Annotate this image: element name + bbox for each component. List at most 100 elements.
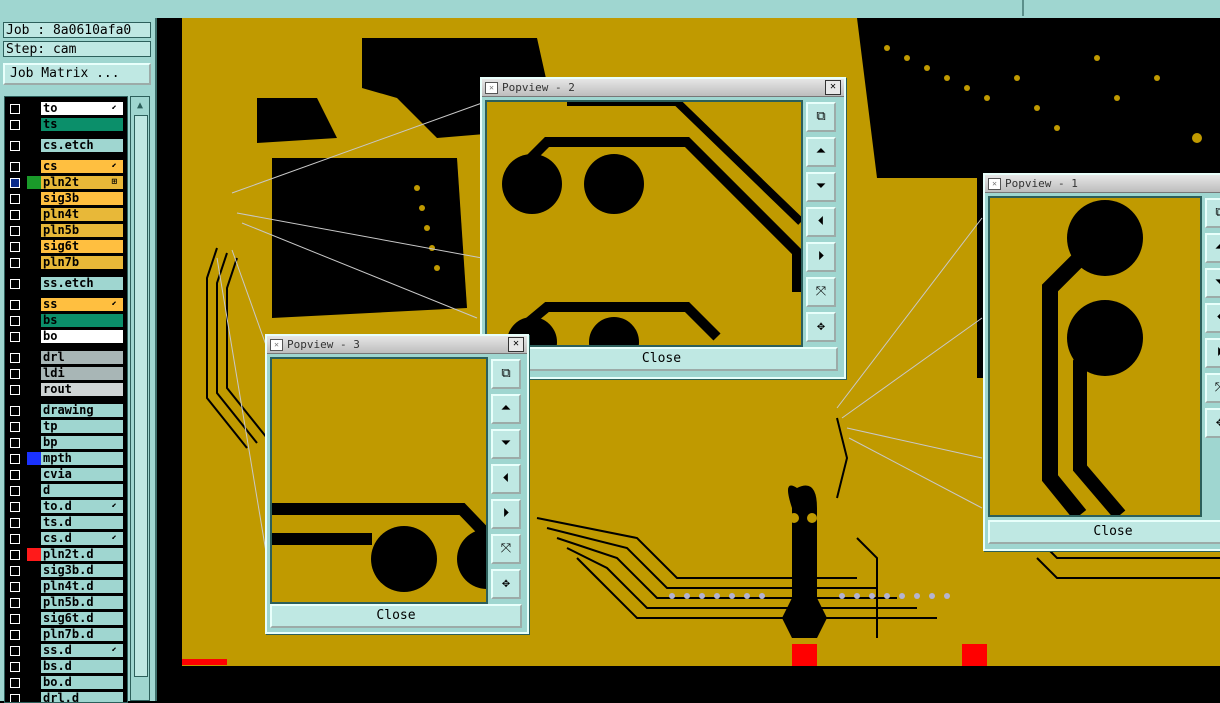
layer-checkbox[interactable] [10,369,20,379]
layer-row-pln2t[interactable]: pln2t ⊞ [5,175,127,190]
job-matrix-button[interactable]: Job Matrix ... [3,63,151,85]
layer-row-drawing[interactable]: drawing [5,403,127,418]
layer-checkbox[interactable] [10,582,20,592]
pan-left-icon[interactable]: ⏴ [491,464,521,494]
layer-name[interactable]: bp [41,436,123,449]
layer-row-bp[interactable]: bp [5,435,127,450]
layer-checkbox[interactable] [10,486,20,496]
layer-name[interactable]: pln7b [41,256,123,269]
layer-row-to[interactable]: to ⬋ [5,101,127,116]
layer-name[interactable]: pln5b.d [41,596,123,609]
layer-checkbox[interactable] [10,550,20,560]
zoom-in-icon[interactable]: ✥ [1205,408,1220,438]
layer-row-ts-d[interactable]: ts.d [5,515,127,530]
layer-name[interactable]: pln4t [41,208,123,221]
pan-up-icon[interactable]: ⏶ [806,137,836,167]
layer-checkbox[interactable] [10,566,20,576]
layer-checkbox[interactable] [10,162,20,172]
layer-name[interactable]: to ⬋ [41,102,123,115]
layer-row-sig3b[interactable]: sig3b [5,191,127,206]
layer-name[interactable]: rout [41,383,123,396]
layer-list-scrollbar[interactable]: ▲ [130,96,150,701]
layer-name[interactable]: sig6t [41,240,123,253]
layer-checkbox[interactable] [10,422,20,432]
scroll-up-icon[interactable]: ▲ [133,99,147,113]
layer-checkbox[interactable] [10,242,20,252]
layer-name[interactable]: sig3b.d [41,564,123,577]
layer-name[interactable]: bs [41,314,123,327]
layer-name[interactable]: ss ⬋ [41,298,123,311]
layer-checkbox[interactable] [10,353,20,363]
popview-1-close-button[interactable]: Close [988,520,1220,544]
popview-3-close-button[interactable]: Close [270,604,522,628]
close-icon[interactable]: ✕ [508,337,524,352]
layer-name[interactable]: ss.etch [41,277,123,290]
popview-3-titlebar[interactable]: ✕ Popview - 3 [267,336,527,354]
layer-name[interactable]: pln2t.d [41,548,123,561]
pan-left-icon[interactable]: ⏴ [1205,303,1220,333]
layer-name[interactable]: pln5b [41,224,123,237]
zoom-fit-icon[interactable]: ⧉ [806,102,836,132]
layer-row-pln7b[interactable]: pln7b [5,255,127,270]
layer-row-sig6t[interactable]: sig6t [5,239,127,254]
layer-row-pln7b-d[interactable]: pln7b.d [5,627,127,642]
layer-checkbox[interactable] [10,332,20,342]
layer-row-tp[interactable]: tp [5,419,127,434]
layer-name[interactable]: pln4t.d [41,580,123,593]
zoom-out-icon[interactable]: ⤧ [491,534,521,564]
layer-checkbox[interactable] [10,316,20,326]
layer-row-sig3b-d[interactable]: sig3b.d [5,563,127,578]
layer-checkbox[interactable] [10,385,20,395]
layer-checkbox[interactable] [10,630,20,640]
layer-row-pln5b[interactable]: pln5b [5,223,127,238]
layer-name[interactable]: cs.d ⬋ [41,532,123,545]
layer-name[interactable]: ldi [41,367,123,380]
layer-name[interactable]: ss.d ⬋ [41,644,123,657]
pan-right-icon[interactable]: ⏵ [1205,338,1220,368]
layer-name[interactable]: to.d ⬋ [41,500,123,513]
layer-checkbox[interactable] [10,194,20,204]
layer-row-pln4t-d[interactable]: pln4t.d [5,579,127,594]
zoom-out-icon[interactable]: ⤧ [806,277,836,307]
layer-name[interactable]: cs ⬋ [41,160,123,173]
close-icon[interactable]: ✕ [825,80,841,95]
layer-name[interactable]: bs.d [41,660,123,673]
layer-row-bo[interactable]: bo [5,329,127,344]
layer-checkbox[interactable] [10,662,20,672]
layer-row-pln5b-d[interactable]: pln5b.d [5,595,127,610]
layer-checkbox[interactable] [10,258,20,268]
layer-row-ss-etch[interactable]: ss.etch [5,276,127,291]
popview-1-view[interactable] [988,196,1202,517]
layer-name[interactable]: d [41,484,123,497]
layer-row-to-d[interactable]: to.d ⬋ [5,499,127,514]
pan-down-icon[interactable]: ⏷ [491,429,521,459]
pan-down-icon[interactable]: ⏷ [806,172,836,202]
layer-row-bs-d[interactable]: bs.d [5,659,127,674]
popview-2-view[interactable] [485,100,803,347]
layer-row-ss-d[interactable]: ss.d ⬋ [5,643,127,658]
layer-checkbox[interactable] [10,518,20,528]
layer-checkbox[interactable] [10,678,20,688]
layer-checkbox[interactable] [10,438,20,448]
zoom-fit-icon[interactable]: ⧉ [1205,198,1220,228]
layer-row-ss[interactable]: ss ⬋ [5,297,127,312]
layer-name[interactable]: ts.d [41,516,123,529]
layer-name[interactable]: cs.etch [41,139,123,152]
layer-checkbox[interactable] [10,120,20,130]
layer-checkbox[interactable] [10,454,20,464]
layer-row-cs[interactable]: cs ⬋ [5,159,127,174]
pan-down-icon[interactable]: ⏷ [1205,268,1220,298]
zoom-in-icon[interactable]: ✥ [491,569,521,599]
layer-row-d[interactable]: d [5,483,127,498]
layer-row-mpth[interactable]: mpth [5,451,127,466]
popview-3-view[interactable] [270,357,488,604]
layer-name[interactable]: pln7b.d [41,628,123,641]
layer-name[interactable]: ts [41,118,123,131]
layer-name[interactable]: cvia [41,468,123,481]
layer-checkbox[interactable] [10,598,20,608]
pan-left-icon[interactable]: ⏴ [806,207,836,237]
pan-right-icon[interactable]: ⏵ [491,499,521,529]
layer-row-pln2t-d[interactable]: pln2t.d [5,547,127,562]
popview-2-close-button[interactable]: Close [485,347,838,371]
layer-checkbox[interactable] [10,226,20,236]
